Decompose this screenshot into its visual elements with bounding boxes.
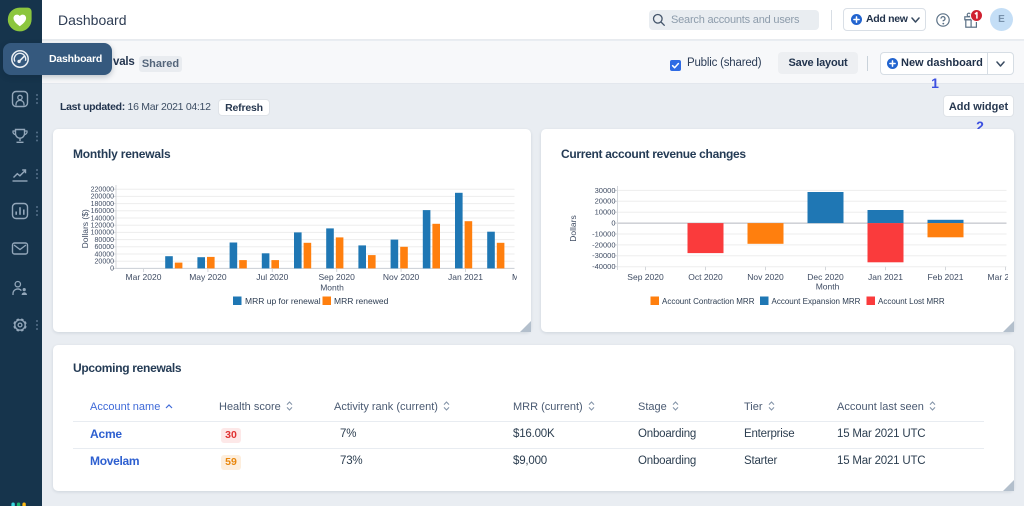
svg-text:May 2020: May 2020 xyxy=(189,272,227,282)
svg-text:MRR renewed: MRR renewed xyxy=(334,296,389,306)
svg-text:Account Expansion MRR: Account Expansion MRR xyxy=(772,297,861,306)
svg-text:0: 0 xyxy=(110,266,114,273)
svg-text:MRR up for renewal: MRR up for renewal xyxy=(245,296,321,306)
svg-text:Mar 2021: Mar 2021 xyxy=(512,272,517,282)
svg-text:Jul 2020: Jul 2020 xyxy=(256,272,288,282)
svg-text:80000: 80000 xyxy=(95,237,115,244)
svg-text:60000: 60000 xyxy=(95,244,115,251)
svg-text:0: 0 xyxy=(611,219,615,228)
svg-text:Sep 2020: Sep 2020 xyxy=(627,272,664,282)
svg-text:Month: Month xyxy=(320,282,344,292)
svg-text:30000: 30000 xyxy=(595,186,616,195)
svg-text:Feb 2021: Feb 2021 xyxy=(928,272,964,282)
svg-text:-10000: -10000 xyxy=(592,229,615,238)
svg-text:160000: 160000 xyxy=(91,208,114,215)
svg-text:Month: Month xyxy=(816,281,840,291)
svg-text:20000: 20000 xyxy=(595,197,616,206)
svg-text:100000: 100000 xyxy=(91,230,114,237)
svg-text:Account Contraction MRR: Account Contraction MRR xyxy=(662,297,755,306)
svg-text:Nov 2020: Nov 2020 xyxy=(747,272,784,282)
svg-text:Sep 2020: Sep 2020 xyxy=(318,272,355,282)
svg-text:40000: 40000 xyxy=(95,251,115,258)
svg-text:Oct 2020: Oct 2020 xyxy=(688,272,723,282)
svg-text:-30000: -30000 xyxy=(592,251,615,260)
svg-text:180000: 180000 xyxy=(91,201,114,208)
svg-text:-20000: -20000 xyxy=(592,240,615,249)
svg-text:120000: 120000 xyxy=(91,223,114,230)
svg-text:Mar 2021: Mar 2021 xyxy=(988,272,1008,282)
svg-text:Account Lost MRR: Account Lost MRR xyxy=(878,297,945,306)
svg-text:-40000: -40000 xyxy=(592,262,615,271)
svg-text:140000: 140000 xyxy=(91,215,114,222)
svg-text:Jan 2021: Jan 2021 xyxy=(448,272,483,282)
svg-text:20000: 20000 xyxy=(95,259,115,266)
svg-text:200000: 200000 xyxy=(91,194,114,201)
svg-text:10000: 10000 xyxy=(595,208,616,217)
svg-text:220000: 220000 xyxy=(91,187,114,194)
svg-text:Jan 2021: Jan 2021 xyxy=(868,272,903,282)
svg-text:Dollars ($): Dollars ($) xyxy=(80,209,90,248)
svg-text:Mar 2020: Mar 2020 xyxy=(126,272,162,282)
svg-text:Nov 2020: Nov 2020 xyxy=(383,272,420,282)
svg-text:Dollars: Dollars xyxy=(568,215,578,241)
